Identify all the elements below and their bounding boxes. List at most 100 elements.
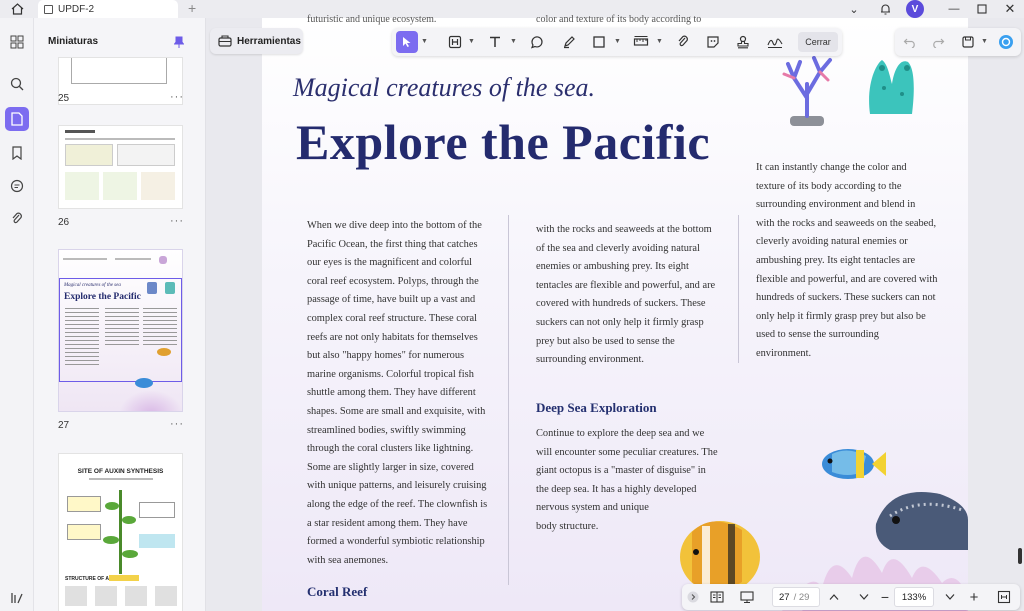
- text-line: surrounding environment.: [536, 354, 644, 366]
- presentation-icon[interactable]: [738, 587, 756, 607]
- reading-mode-icon[interactable]: [708, 587, 726, 607]
- chevron-up-icon[interactable]: [826, 587, 842, 607]
- text-line: our eyes is the magnificent and colorful: [307, 257, 473, 269]
- text-icon[interactable]: [484, 31, 506, 53]
- text-line: giant octopus is a "master of disguise" …: [536, 465, 706, 477]
- page-number-input[interactable]: 27 / 29: [772, 587, 820, 607]
- bell-icon[interactable]: [876, 0, 894, 18]
- search-icon[interactable]: [5, 72, 29, 96]
- thumbnail-page-26[interactable]: [58, 125, 183, 209]
- close-tools-button[interactable]: Cerrar: [798, 32, 838, 52]
- new-tab-icon[interactable]: +: [188, 0, 196, 16]
- text-cutoff-mid: color and texture of its body according …: [536, 14, 702, 25]
- coral-illustration: [782, 56, 832, 126]
- signature-icon[interactable]: [764, 31, 786, 53]
- document-tab[interactable]: UPDF-2: [38, 0, 178, 18]
- fit-page-icon[interactable]: [994, 587, 1014, 607]
- save-icon[interactable]: [957, 31, 979, 53]
- section-heading: Coral Reef: [307, 584, 368, 599]
- text-line: tentacles are flexible and powerful, and…: [536, 279, 716, 291]
- section-heading: Deep Sea Exploration: [536, 400, 657, 415]
- text-box-icon[interactable]: [444, 31, 466, 53]
- stamp-icon[interactable]: [732, 31, 754, 53]
- text-line: ambushing prey. Its eight tentacles are: [756, 254, 916, 266]
- pin-icon[interactable]: [173, 35, 185, 48]
- thumbnail-page-25[interactable]: [58, 57, 183, 105]
- annotation-toolbar: ▼ ▼ ▼ ▼ ▼ Cerrar: [392, 28, 842, 56]
- collapse-icon[interactable]: [686, 587, 700, 607]
- text-line: through the coral clusters like lightnin…: [307, 443, 474, 455]
- comment-icon[interactable]: [526, 31, 548, 53]
- text-line: shuttle among them. They have different: [307, 387, 476, 399]
- undo-icon[interactable]: [899, 31, 921, 53]
- text-line: environment.: [756, 347, 812, 359]
- zoom-out-icon[interactable]: −: [878, 587, 892, 607]
- text-line: shapes. Some are small and exquisite, wi…: [307, 405, 486, 417]
- text-line: with the rocks and seaweeds at the botto…: [536, 224, 712, 235]
- chevron-down-icon[interactable]: ▼: [656, 38, 663, 45]
- thumbnail-page-27[interactable]: Magical creatures of the sea Explore the…: [58, 249, 183, 412]
- chevron-down-icon[interactable]: ▼: [981, 38, 988, 45]
- chevron-down-icon[interactable]: [856, 587, 872, 607]
- text-line: with the rocks and seaweeds on the seabe…: [756, 217, 937, 229]
- zoom-level-chevron-icon[interactable]: [942, 587, 958, 607]
- minimize-icon[interactable]: —: [944, 0, 964, 18]
- attachment-icon[interactable]: [5, 207, 29, 231]
- text-line: Some are slightly larger in size, covere…: [307, 461, 474, 473]
- text-line: of the sea and cleverly avoiding natural: [536, 242, 700, 254]
- text-line: enemies or ambushing prey. Its eight: [536, 261, 689, 273]
- select-cursor-icon[interactable]: [396, 31, 418, 53]
- tab-title: UPDF-2: [58, 3, 95, 15]
- text-line: used to sense the surrounding: [756, 329, 879, 341]
- highlighter-icon[interactable]: [558, 31, 580, 53]
- home-icon[interactable]: [8, 1, 26, 17]
- zoom-level[interactable]: 133%: [894, 587, 934, 607]
- chevron-down-icon[interactable]: ⌄: [846, 0, 862, 18]
- thumbnails-panel: Miniaturas 25 ··· 26 ··· Magical creatur…: [34, 18, 206, 611]
- panel-title: Miniaturas: [48, 36, 99, 47]
- bookmark-icon[interactable]: [5, 141, 29, 165]
- text-line: prey but also be used to sense the: [536, 335, 675, 347]
- thumbnail-page-number: 26: [58, 217, 70, 228]
- layers-icon[interactable]: [5, 586, 29, 610]
- shape-icon[interactable]: [588, 31, 610, 53]
- text-line: cleverly avoiding natural enemies or: [756, 236, 908, 248]
- chevron-down-icon[interactable]: ▼: [510, 38, 517, 45]
- more-options-icon[interactable]: ···: [170, 91, 184, 103]
- attachment-icon[interactable]: [672, 31, 694, 53]
- thumbnail-subtitle: Magical creatures of the sea: [64, 283, 121, 288]
- text-line: only help it firmly grasp prey but also …: [756, 310, 926, 322]
- chevron-down-icon[interactable]: ▼: [468, 38, 475, 45]
- text-line: marine organisms. Colorful tropical fish: [307, 368, 474, 380]
- measure-icon[interactable]: [630, 31, 652, 53]
- scrollbar-thumb[interactable]: [1018, 548, 1022, 564]
- left-rail: [0, 18, 34, 611]
- text-line: complex coral reef structure. These cora…: [307, 312, 478, 324]
- more-options-icon[interactable]: ···: [170, 215, 184, 227]
- thumbnails-icon[interactable]: [5, 107, 29, 131]
- text-line: with unique patterns, and leisurely crui…: [307, 480, 487, 492]
- zoom-in-icon[interactable]: +: [966, 587, 982, 607]
- total-pages: / 29: [793, 591, 810, 603]
- text-line: covered with hundreds of suckers. These: [536, 298, 706, 310]
- comments-icon[interactable]: [5, 174, 29, 198]
- thumbnail-page-28[interactable]: SITE OF AUXIN SYNTHESIS STRUCTURE OF AUX…: [58, 453, 183, 611]
- more-options-icon[interactable]: ···: [170, 418, 184, 430]
- chevron-down-icon[interactable]: ▼: [614, 38, 621, 45]
- apps-icon[interactable]: [5, 30, 29, 54]
- tools-button[interactable]: Herramientas: [210, 28, 303, 54]
- maximize-icon[interactable]: [972, 0, 992, 18]
- tropical-fish-icon: [822, 449, 886, 479]
- text-line: hundreds of suckers. These suckers can n…: [756, 292, 936, 304]
- ai-assistant-icon[interactable]: [995, 31, 1017, 53]
- redo-icon[interactable]: [927, 31, 949, 53]
- sticker-icon[interactable]: [702, 31, 724, 53]
- chevron-down-icon[interactable]: ▼: [421, 38, 428, 45]
- column-2-text: with the rocks and seaweeds at the botto…: [536, 221, 726, 370]
- column-divider: [508, 215, 509, 585]
- text-line: suckers can not only help it firmly gras…: [536, 316, 704, 328]
- close-window-icon[interactable]: ✕: [1000, 0, 1020, 18]
- tools-label: Herramientas: [237, 35, 301, 47]
- text-line: reefs are not only habitats for themselv…: [307, 331, 478, 343]
- avatar[interactable]: V: [906, 0, 924, 18]
